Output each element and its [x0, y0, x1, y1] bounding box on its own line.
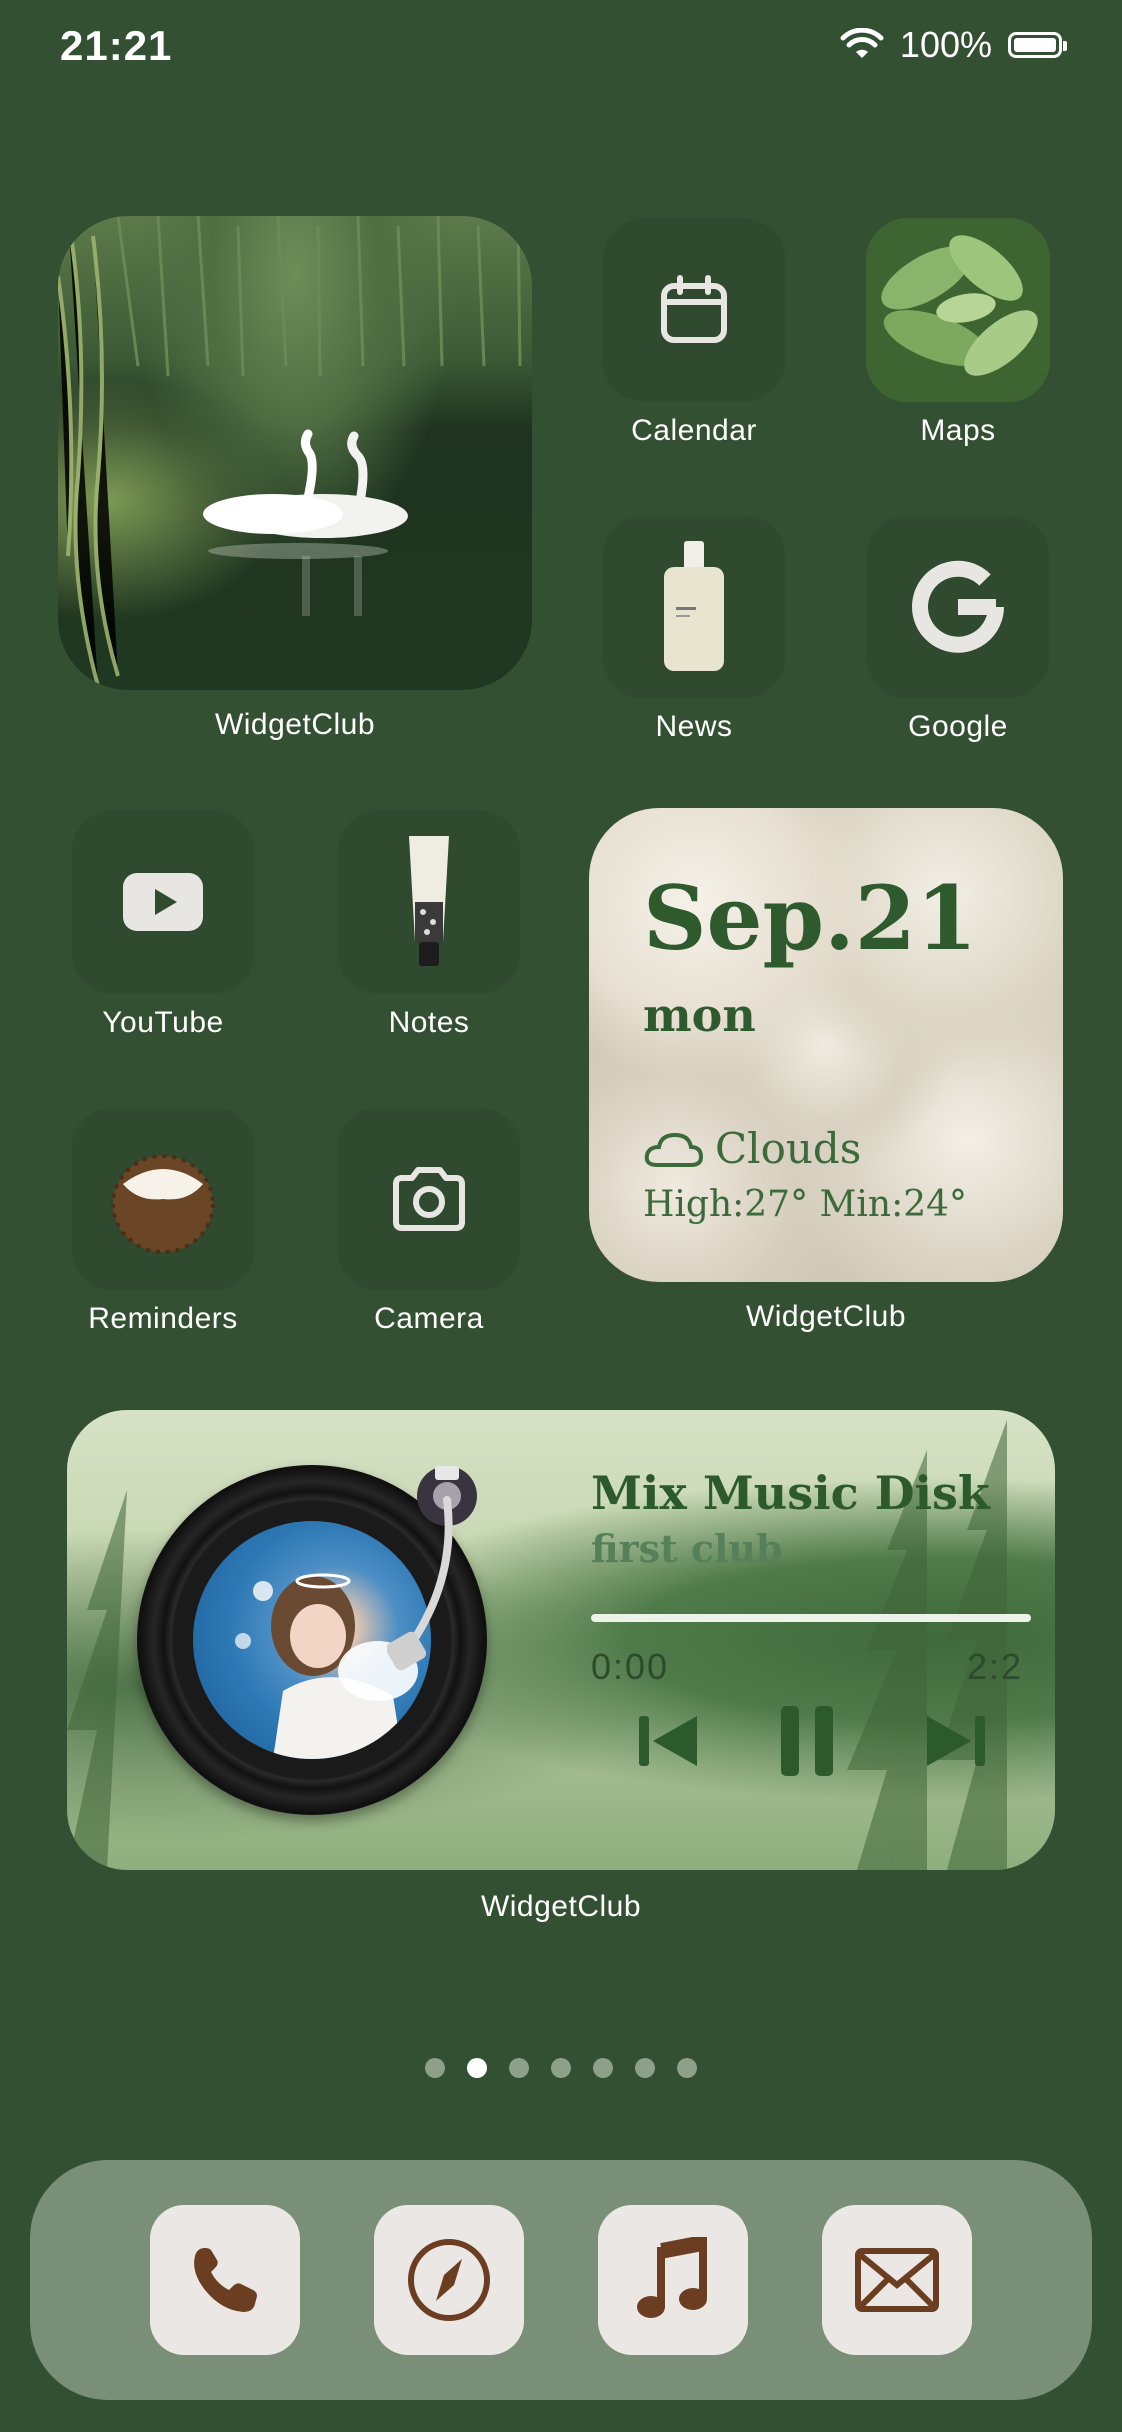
page-dot[interactable]	[551, 2058, 571, 2078]
page-dot[interactable]	[425, 2058, 445, 2078]
mail-app[interactable]	[822, 2205, 972, 2355]
widget-day: mon	[643, 988, 756, 1042]
calendar-weather-widget[interactable]: Sep.21 mon Clouds High:27° Min:24°	[589, 808, 1063, 1282]
calendar-label: Calendar	[631, 414, 757, 447]
elapsed-time: 0:00	[591, 1646, 670, 1687]
youtube-play-icon	[123, 873, 203, 931]
music-widget[interactable]: Mix Music Disk first club 0:00 2:2	[67, 1410, 1055, 1870]
phone-icon	[194, 2248, 257, 2312]
previous-track-button[interactable]	[633, 1706, 703, 1776]
dock	[30, 2160, 1092, 2400]
battery-icon	[1008, 32, 1067, 58]
camera-app[interactable]	[337, 1107, 521, 1291]
safari-app[interactable]	[374, 2205, 524, 2355]
battery-percent: 100%	[899, 24, 992, 65]
widget-date: Sep.21	[643, 866, 978, 970]
youtube-label: YouTube	[102, 1006, 224, 1039]
track-subtitle: first club	[591, 1526, 783, 1571]
tonearm	[387, 1466, 477, 1671]
page-dot-active[interactable]	[467, 2058, 487, 2078]
music-note-icon	[637, 2237, 707, 2318]
pause-button[interactable]	[777, 1702, 837, 1780]
music-widget-label: WidgetClub	[480, 1890, 642, 1923]
page-dot[interactable]	[677, 2058, 697, 2078]
google-app[interactable]	[866, 515, 1050, 699]
camera-label: Camera	[374, 1302, 484, 1335]
maps-app[interactable]	[866, 218, 1050, 402]
track-title: Mix Music Disk	[591, 1466, 990, 1520]
wifi-icon	[840, 28, 884, 58]
calendar-icon	[661, 275, 727, 343]
music-app[interactable]	[598, 2205, 748, 2355]
bottle-icon	[664, 541, 724, 671]
compass-icon	[408, 2239, 490, 2321]
weather-row: Clouds	[643, 1124, 861, 1173]
notes-label: Notes	[388, 1006, 470, 1039]
youtube-app[interactable]	[71, 810, 255, 994]
cloud-icon	[644, 1132, 703, 1167]
page-indicator[interactable]	[0, 2058, 1122, 2078]
status-indicators: 100%	[840, 24, 1067, 66]
total-time: 2:2	[966, 1646, 1023, 1687]
weather-condition: Clouds	[715, 1124, 862, 1173]
news-app[interactable]	[602, 515, 786, 699]
weather-temps: High:27° Min:24°	[643, 1184, 968, 1225]
tube-icon	[409, 836, 449, 966]
swan-photo	[58, 216, 522, 687]
reminders-label: Reminders	[88, 1302, 238, 1335]
coconut-icon	[111, 1154, 215, 1254]
camera-icon	[393, 1167, 465, 1231]
mail-icon	[855, 2248, 939, 2312]
calendar-app[interactable]	[602, 218, 786, 402]
news-label: News	[655, 710, 733, 743]
status-time: 21:21	[60, 22, 173, 69]
maps-label: Maps	[920, 414, 996, 447]
calendar-weather-widget-label: WidgetClub	[745, 1300, 907, 1333]
reminders-app[interactable]	[71, 1107, 255, 1291]
notes-app[interactable]	[337, 810, 521, 994]
next-track-button[interactable]	[921, 1706, 991, 1776]
leaves-icon	[866, 218, 1050, 402]
page-dot[interactable]	[593, 2058, 613, 2078]
progress-bar[interactable]	[591, 1614, 1031, 1622]
google-label: Google	[908, 710, 1008, 743]
google-g-icon	[912, 560, 1004, 653]
photo-widget-label: WidgetClub	[214, 708, 376, 741]
page-dot[interactable]	[509, 2058, 529, 2078]
photo-widget[interactable]	[58, 216, 532, 690]
page-dot[interactable]	[635, 2058, 655, 2078]
phone-app[interactable]	[150, 2205, 300, 2355]
